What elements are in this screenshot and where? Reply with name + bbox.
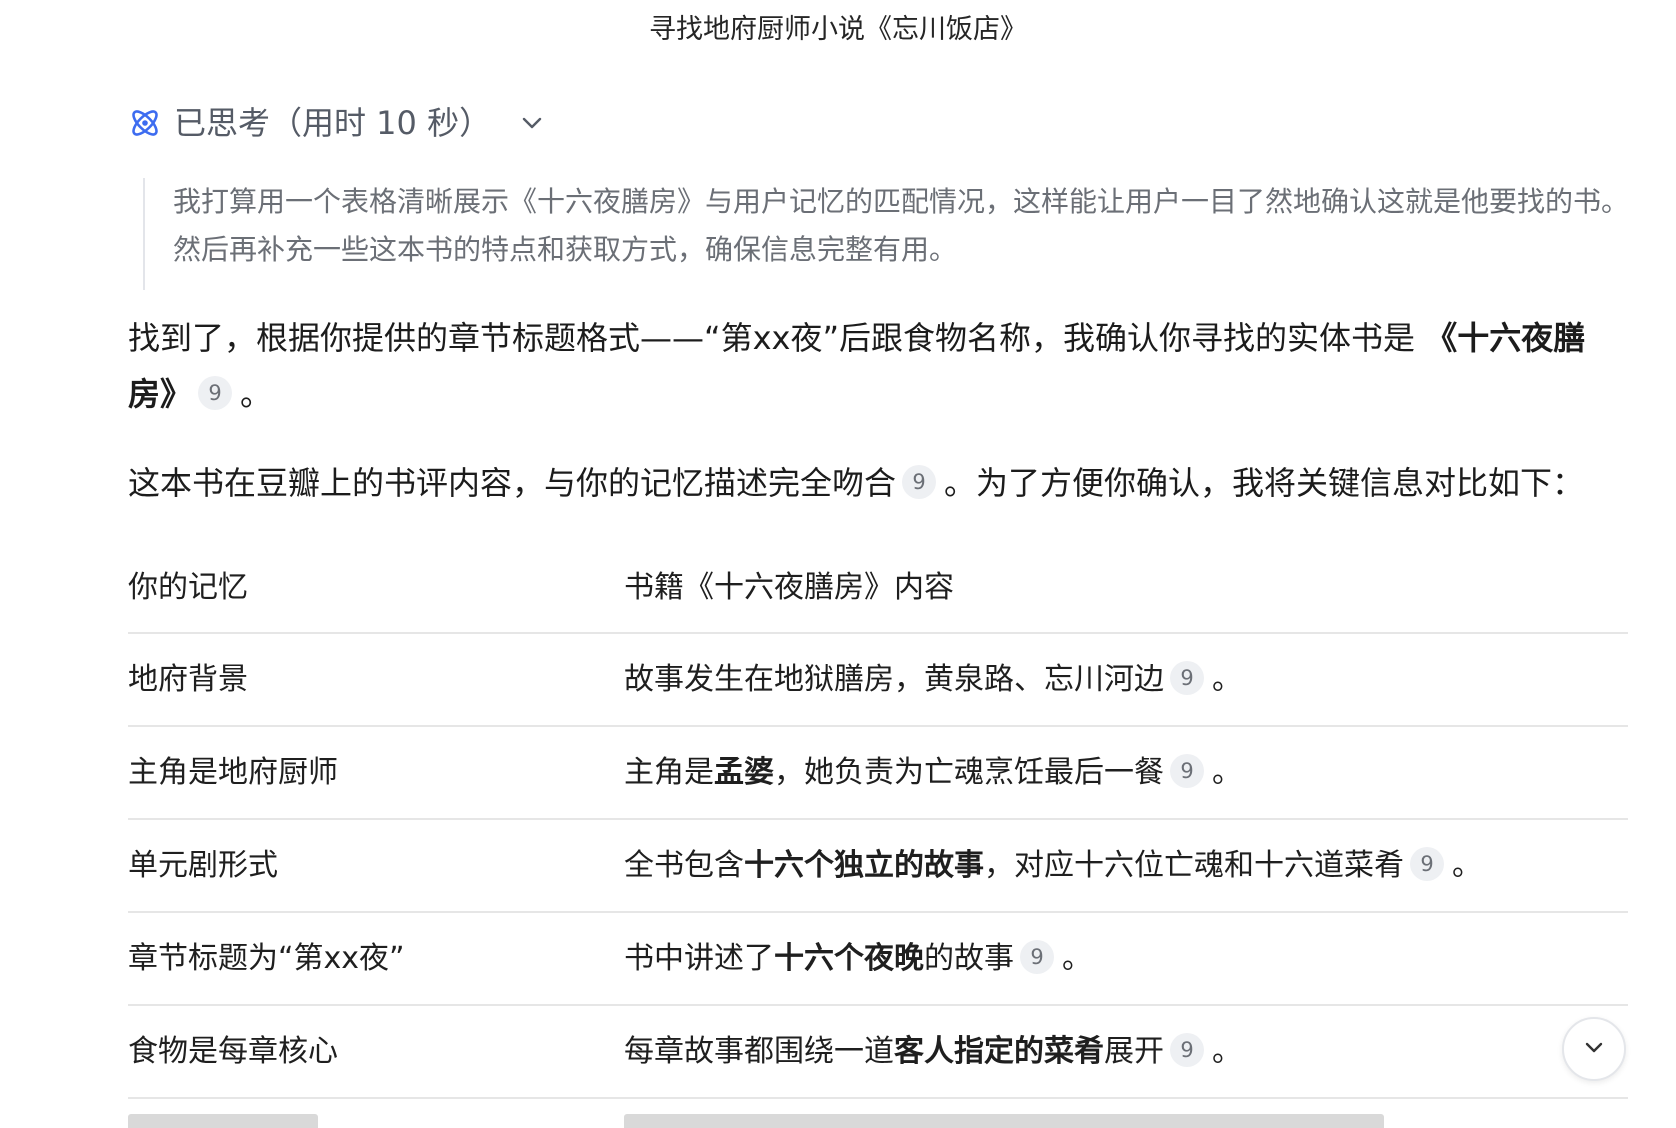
cell-text: 全书包含 bbox=[624, 848, 744, 883]
cell-text: ，对应十六位亡魂和十六道菜肴 bbox=[984, 848, 1404, 883]
table-row: 主角是地府厨师 主角是孟婆，她负责为亡魂烹饪最后一餐 9。 bbox=[128, 727, 1628, 820]
table-cell-memory: 主角是地府厨师 bbox=[128, 755, 338, 790]
cell-text: ，她负责为亡魂烹饪最后一餐 bbox=[774, 755, 1164, 790]
cell-bold: 十六个独立的故事 bbox=[744, 848, 984, 883]
table-cell-book: 故事发生在地狱膳房，黄泉路、忘川河边 9。 bbox=[624, 634, 1242, 725]
citation-badge[interactable]: 9 bbox=[1170, 1032, 1204, 1067]
cell-punct: 。 bbox=[1212, 662, 1242, 697]
citation-badge[interactable]: 9 bbox=[1170, 753, 1204, 788]
cell-punct: 。 bbox=[1452, 848, 1482, 883]
table-cell-book: 全书包含十六个独立的故事，对应十六位亡魂和十六道菜肴 9。 bbox=[624, 820, 1482, 911]
citation-badge[interactable]: 9 bbox=[1170, 660, 1204, 695]
cell-bold: 客人指定的菜肴 bbox=[894, 1034, 1104, 1069]
cell-punct: 。 bbox=[1212, 1034, 1242, 1069]
table-cell-book: 主角是孟婆，她负责为亡魂烹饪最后一餐 9。 bbox=[624, 727, 1242, 818]
table-row: 地府背景 故事发生在地狱膳房，黄泉路、忘川河边 9。 bbox=[128, 634, 1628, 727]
table-row: 章节标题为“第xx夜” 书中讲述了十六个夜晚的故事 9。 bbox=[128, 913, 1628, 1006]
thinking-line: 然后再补充一些这本书的特点和获取方式，确保信息完整有用。 bbox=[173, 233, 958, 266]
cell-text: 的故事 bbox=[924, 941, 1014, 976]
answer-paragraph: 这本书在豆瓣上的书评内容，与你的记忆描述完全吻合 9 。为了方便你确认，我将关键信息… bbox=[128, 455, 1628, 511]
citation-badge[interactable]: 9 bbox=[1410, 846, 1444, 881]
column-header: 书籍《十六夜膳房》内容 bbox=[624, 570, 954, 605]
atom-icon bbox=[128, 106, 162, 140]
table-cell-memory: 单元剧形式 bbox=[128, 848, 278, 883]
chevron-down-icon[interactable] bbox=[519, 110, 545, 136]
cut-off-text bbox=[624, 1114, 1384, 1128]
conversation-title: 寻找地府厨师小说《忘川饭店》 bbox=[649, 14, 1027, 45]
answer-text: 这本书在豆瓣上的书评内容，与你的记忆描述完全吻合 bbox=[128, 464, 897, 502]
table-row-partial bbox=[128, 1110, 1628, 1128]
answer-text: 找到了，根据你提供的章节标题格式——“第xx夜”后跟食物名称，我确认你寻找的实体… bbox=[128, 319, 1426, 357]
table-cell-memory: 食物是每章核心 bbox=[128, 1034, 338, 1069]
table-row: 食物是每章核心 每章故事都围绕一道客人指定的菜肴展开 9。 bbox=[128, 1006, 1628, 1099]
cell-punct: 。 bbox=[1212, 755, 1242, 790]
scroll-to-bottom-button[interactable] bbox=[1562, 1017, 1626, 1081]
citation-badge[interactable]: 9 bbox=[902, 465, 937, 499]
answer-text: 。为了方便你确认，我将关键信息对比如下： bbox=[944, 464, 1585, 502]
answer-paragraph: 找到了，根据你提供的章节标题格式——“第xx夜”后跟食物名称，我确认你寻找的实体… bbox=[128, 310, 1628, 422]
table-cell-book: 每章故事都围绕一道客人指定的菜肴展开 9。 bbox=[624, 1006, 1242, 1097]
cell-text: 主角是 bbox=[624, 755, 714, 790]
thinking-content: 我打算用一个表格清晰展示《十六夜膳房》与用户记忆的匹配情况，这样能让用户一目了然… bbox=[143, 178, 1633, 290]
table-cell-book: 书中讲述了十六个夜晚的故事 9。 bbox=[624, 913, 1092, 1004]
cell-text: 书中讲述了 bbox=[624, 941, 774, 976]
table-row: 单元剧形式 全书包含十六个独立的故事，对应十六位亡魂和十六道菜肴 9。 bbox=[128, 820, 1628, 913]
cell-text: 展开 bbox=[1104, 1034, 1164, 1069]
chat-view: 寻找地府厨师小说《忘川饭店》 已思考（用时 10 秒） 我打算用一个表格清晰展示… bbox=[0, 0, 1676, 1128]
table-header-row: 你的记忆 书籍《十六夜膳房》内容 bbox=[128, 542, 1628, 634]
thinking-label: 已思考（用时 10 秒） bbox=[174, 104, 492, 142]
comparison-table: 你的记忆 书籍《十六夜膳房》内容 地府背景 故事发生在地狱膳房，黄泉路、忘川河边… bbox=[128, 542, 1628, 1099]
chevron-down-icon bbox=[1581, 1034, 1607, 1064]
table-cell-memory: 章节标题为“第xx夜” bbox=[128, 941, 405, 976]
citation-badge[interactable]: 9 bbox=[198, 376, 233, 410]
answer-punct: 。 bbox=[240, 375, 273, 413]
cell-bold: 孟婆 bbox=[714, 755, 774, 790]
cell-text: 每章故事都围绕一道 bbox=[624, 1034, 894, 1069]
cell-punct: 。 bbox=[1062, 941, 1092, 976]
thinking-toggle[interactable]: 已思考（用时 10 秒） bbox=[128, 98, 545, 148]
cell-bold: 十六个夜晚 bbox=[774, 941, 924, 976]
cut-off-text bbox=[128, 1114, 318, 1128]
cell-text: 故事发生在地狱膳房，黄泉路、忘川河边 bbox=[624, 662, 1164, 697]
citation-badge[interactable]: 9 bbox=[1020, 939, 1054, 974]
table-cell-memory: 地府背景 bbox=[128, 662, 248, 697]
thinking-line: 我打算用一个表格清晰展示《十六夜膳房》与用户记忆的匹配情况，这样能让用户一目了然… bbox=[173, 185, 1630, 218]
column-header: 你的记忆 bbox=[128, 570, 248, 605]
